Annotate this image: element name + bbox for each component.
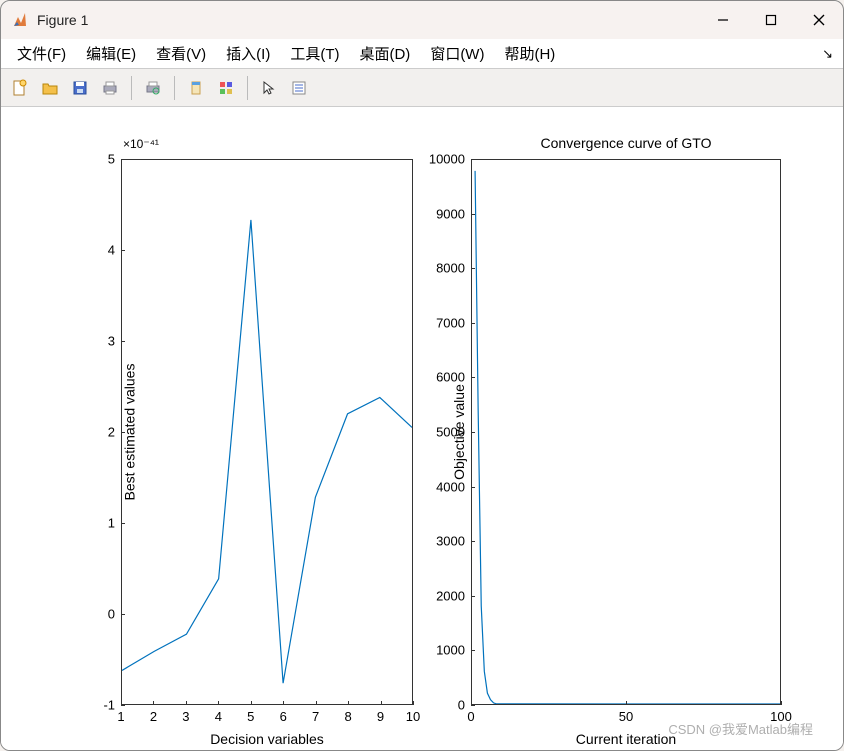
x-tick-label: 50	[619, 705, 633, 724]
y-tick-label: 6000	[436, 370, 471, 385]
colorgrid-button[interactable]	[213, 75, 239, 101]
x-tick-label: 0	[467, 705, 474, 724]
menu-item[interactable]: 插入(I)	[216, 40, 280, 67]
list-button[interactable]	[286, 75, 312, 101]
chart-line-left	[122, 160, 412, 704]
maximize-button[interactable]	[747, 1, 795, 39]
menu-item[interactable]: 查看(V)	[146, 40, 216, 67]
toolbar	[1, 69, 843, 107]
x-tick-label: 6	[280, 705, 287, 724]
cursor-button[interactable]	[256, 75, 282, 101]
matlab-icon	[11, 11, 29, 29]
axes-box[interactable]	[121, 159, 413, 705]
x-tick-label: 3	[182, 705, 189, 724]
watermark-text: CSDN @我爱Matlab编程	[668, 719, 813, 738]
y-tick-label: 5000	[436, 425, 471, 440]
y-tick-label: 5	[108, 152, 121, 167]
toolbar-separator	[247, 76, 248, 100]
y-tick-label: 9000	[436, 206, 471, 221]
x-tick-label: 8	[344, 705, 351, 724]
y-tick-label: 1000	[436, 643, 471, 658]
y-axis-exponent: ×10⁻⁴¹	[123, 137, 159, 151]
y-tick-label: 4000	[436, 479, 471, 494]
y-tick-label: 3	[108, 334, 121, 349]
subplot-decision-variables: ×10⁻⁴¹ Best estimated values Decision va…	[121, 159, 413, 705]
plot-area: ×10⁻⁴¹ Best estimated values Decision va…	[1, 109, 843, 750]
menu-item[interactable]: 桌面(D)	[349, 40, 420, 67]
close-button[interactable]	[795, 1, 843, 39]
chart-line-right	[472, 160, 780, 704]
y-tick-label: 3000	[436, 534, 471, 549]
figure-window: Figure 1 文件(F)编辑(E)查看(V)插入(I)工具(T)桌面(D)窗…	[0, 0, 844, 751]
print-button[interactable]	[97, 75, 123, 101]
x-tick-label: 10	[406, 705, 420, 724]
y-tick-label: 8000	[436, 261, 471, 276]
y-tick-label: 1	[108, 516, 121, 531]
y-tick-label: 2	[108, 425, 121, 440]
toolbar-separator	[174, 76, 175, 100]
axes-box[interactable]	[471, 159, 781, 705]
x-tick-label: 4	[215, 705, 222, 724]
menubar: 文件(F)编辑(E)查看(V)插入(I)工具(T)桌面(D)窗口(W)帮助(H)…	[1, 39, 843, 69]
y-tick-label: 0	[108, 607, 121, 622]
chart-title: Convergence curve of GTO	[471, 135, 781, 151]
y-tick-label: 4	[108, 243, 121, 258]
x-tick-label: 1	[117, 705, 124, 724]
menu-item[interactable]: 编辑(E)	[76, 40, 146, 67]
window-controls	[699, 1, 843, 39]
x-tick-label: 7	[312, 705, 319, 724]
minimize-button[interactable]	[699, 1, 747, 39]
y-tick-label: 7000	[436, 315, 471, 330]
brush-button[interactable]	[183, 75, 209, 101]
menu-item[interactable]: 窗口(W)	[420, 40, 494, 67]
x-tick-label: 9	[377, 705, 384, 724]
toolbar-separator	[131, 76, 132, 100]
y-tick-label: 2000	[436, 588, 471, 603]
titlebar[interactable]: Figure 1	[1, 1, 843, 39]
menu-item[interactable]: 帮助(H)	[494, 40, 565, 67]
open-folder-button[interactable]	[37, 75, 63, 101]
x-tick-label: 2	[150, 705, 157, 724]
save-button[interactable]	[67, 75, 93, 101]
y-tick-label: 10000	[429, 152, 471, 167]
window-title: Figure 1	[37, 12, 88, 28]
print-preview-button[interactable]	[140, 75, 166, 101]
x-axis-label: Decision variables	[121, 731, 413, 747]
x-tick-label: 5	[247, 705, 254, 724]
menu-item[interactable]: 工具(T)	[280, 40, 349, 67]
menubar-overflow-icon[interactable]: ↘	[822, 46, 833, 62]
menu-item[interactable]: 文件(F)	[7, 40, 76, 67]
subplot-convergence: Convergence curve of GTO Objective value…	[471, 159, 781, 705]
new-file-button[interactable]	[7, 75, 33, 101]
